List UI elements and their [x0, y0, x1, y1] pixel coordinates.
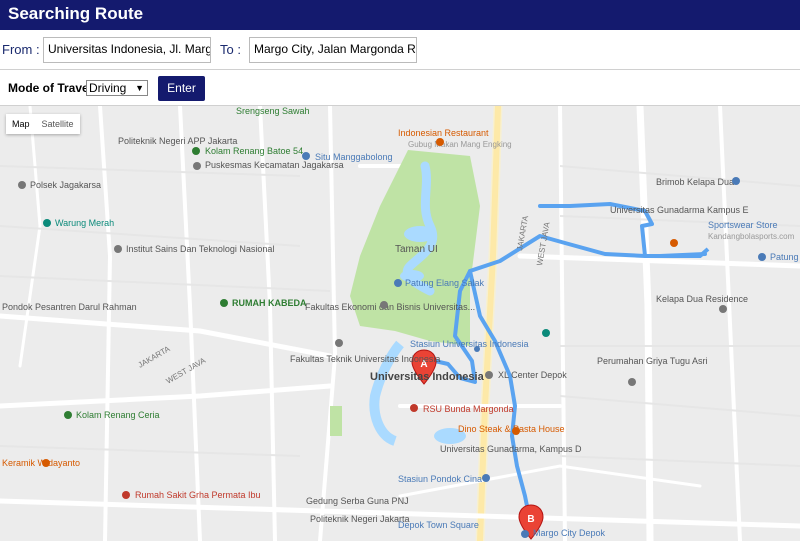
label-taman: Taman UI — [395, 244, 438, 255]
label-dino: Dino Steak & Pasta House — [458, 424, 565, 434]
mode-select-value: Driving — [89, 81, 127, 95]
label-patung: Patung — [770, 252, 799, 262]
label-kolam-batoe: Kolam Renang Batoe 54 — [205, 146, 303, 156]
app-header: Searching Route — [0, 0, 800, 30]
label-jakarta-road: JAKARTA — [137, 344, 173, 370]
label-xl: XL Center Depok — [498, 370, 567, 380]
label-stasiun-ui: Stasiun Universitas Indonesia — [410, 339, 529, 349]
label-keramik: Keramik Widayanto — [2, 458, 80, 468]
label-gedung: Gedung Serba Guna PNJ — [306, 496, 409, 506]
map-view[interactable]: A B Srengseng Sawah Politeknik Negeri AP… — [0, 106, 800, 541]
page-title: Searching Route — [8, 4, 144, 23]
label-sportswear: Sportswear Store — [708, 220, 778, 230]
from-label: From : — [2, 42, 40, 57]
label-indo-resto: Indonesian Restaurant — [398, 128, 489, 138]
chevron-down-icon: ▼ — [135, 83, 144, 93]
label-west-java: WEST JAVA — [165, 356, 208, 386]
label-gunadarma-d: Universitas Gunadarma, Kampus D — [440, 444, 582, 454]
label-kelapa-dua: Kelapa Dua Residence — [656, 294, 748, 304]
label-kandang: Kandangbolasports.com — [708, 232, 795, 241]
route-form-row: From : Universitas Indonesia, Jl. Margon… — [0, 30, 800, 70]
label-stasiun-pondok: Stasiun Pondok Cina — [398, 474, 482, 484]
map-canvas: A B Srengseng Sawah Politeknik Negeri AP… — [0, 106, 800, 541]
label-rumah-kabeda: RUMAH KABEDA — [232, 298, 307, 308]
label-depok-town: Depok Town Square — [398, 520, 479, 530]
label-fak-teknik: Fakultas Teknik Universitas Indonesia — [290, 354, 440, 364]
mode-row: Mode of Travel: Driving ▼ Enter — [0, 70, 800, 106]
label-gubug: Gubug Makan Mang Engking — [408, 140, 512, 149]
enter-button[interactable]: Enter — [158, 76, 205, 101]
label-warung: Warung Merah — [55, 218, 114, 228]
marker-b-label: B — [527, 514, 534, 525]
label-pondok: Pondok Pesantren Darul Rahman — [2, 302, 137, 312]
label-perumahan: Perumahan Griya Tugu Asri — [597, 356, 708, 366]
label-puskesmas: Puskesmas Kecamatan Jagakarsa — [205, 160, 344, 170]
label-fak-ekonomi: Fakultas Ekonomi dan Bisnis Universitas.… — [305, 302, 475, 312]
map-type-satellite-button[interactable]: Satellite — [36, 114, 80, 134]
label-rumah-sakit: Rumah Sakit Grha Permata Ibu — [135, 490, 261, 500]
label-ui: Universitas Indonesia — [370, 371, 485, 383]
label-polsek: Polsek Jagakarsa — [30, 180, 101, 190]
from-input[interactable]: Universitas Indonesia, Jl. Margonda — [43, 37, 211, 63]
label-kolam-ceria: Kolam Renang Ceria — [76, 410, 160, 420]
label-politeknik-app: Politeknik Negeri APP Jakarta — [118, 136, 237, 146]
label-institut: Institut Sains Dan Teknologi Nasional — [126, 244, 274, 254]
mode-select[interactable]: Driving ▼ — [86, 80, 148, 96]
map-type-map-button[interactable]: Map — [6, 114, 36, 134]
map-type-control: Map Satellite — [6, 114, 80, 134]
label-gunadarma-e: Universitas Gunadarma Kampus E — [610, 205, 749, 215]
to-input[interactable]: Margo City, Jalan Margonda Raya, — [249, 37, 417, 63]
label-brimob: Brimob Kelapa Dua — [656, 177, 734, 187]
label-rsu: RSU Bunda Margonda — [423, 404, 514, 414]
mode-label: Mode of Travel: — [8, 81, 97, 95]
label-poltek-jkt: Politeknik Negeri Jakarta — [310, 514, 410, 524]
label-patung-elang: Patung Elang Salak — [405, 278, 485, 288]
label-margo: Margo City Depok — [533, 528, 606, 538]
to-label: To : — [220, 42, 241, 57]
label-srengseng: Srengseng Sawah — [236, 106, 310, 116]
